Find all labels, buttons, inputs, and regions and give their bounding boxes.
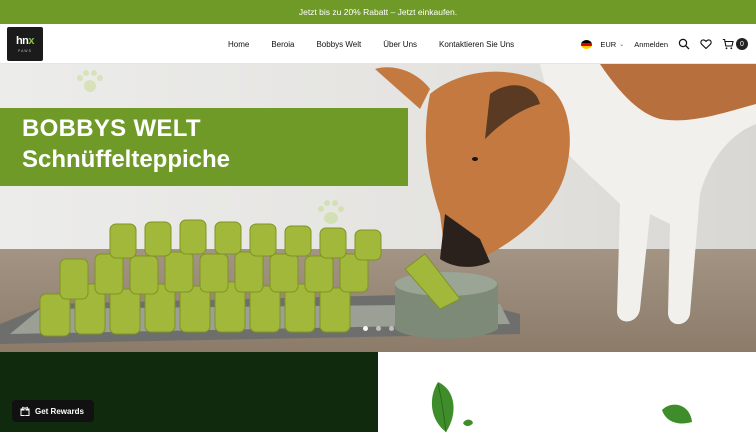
hero-subtitle: Schnüffelteppiche (22, 146, 231, 173)
main-nav: Home Beroia Bobbys Welt Über Uns Kontakt… (228, 24, 536, 64)
hero-banner[interactable]: BOBBYS WELT Schnüffelteppiche (0, 64, 756, 352)
search-icon[interactable] (678, 38, 690, 50)
slide-dot-3[interactable] (389, 326, 394, 331)
logo-mark: hnx (15, 34, 35, 47)
login-link[interactable]: Anmelden (634, 40, 668, 49)
brand-logo[interactable]: hnx PAWS (7, 27, 43, 61)
header-actions: EUR ⌄ Anmelden 0 (581, 24, 748, 64)
paw-print-icon (77, 70, 103, 92)
logo-sub: PAWS (18, 48, 32, 53)
cart-icon[interactable] (722, 38, 734, 50)
heart-icon[interactable] (700, 38, 712, 50)
announcement-bar[interactable]: Jetzt bis zu 20% Rabatt – Jetzt einkaufe… (0, 0, 756, 24)
announcement-text[interactable]: Jetzt bis zu 20% Rabatt – Jetzt einkaufe… (299, 7, 457, 17)
slide-dot-1[interactable] (363, 326, 368, 331)
get-rewards-label: Get Rewards (35, 406, 84, 416)
cart-count-badge: 0 (736, 38, 748, 50)
nav-beroia[interactable]: Beroia (271, 40, 294, 49)
nav-ueber-uns[interactable]: Über Uns (383, 40, 417, 49)
slide-dot-2[interactable] (376, 326, 381, 331)
hero-title: BOBBYS WELT (22, 115, 201, 142)
leaf-icon (662, 404, 692, 424)
leaf-icon (463, 419, 473, 426)
leaf-icon (431, 382, 454, 433)
currency-selector[interactable]: EUR (600, 40, 616, 49)
get-rewards-button[interactable]: Get Rewards (12, 400, 94, 422)
nav-bobbys-welt[interactable]: Bobbys Welt (316, 40, 361, 49)
nav-home[interactable]: Home (228, 40, 249, 49)
slider-dots (363, 326, 402, 331)
site-header: hnx PAWS Home Beroia Bobbys Welt Über Un… (0, 24, 756, 64)
snuffle-mat-illustration (0, 219, 520, 344)
german-flag-icon[interactable] (581, 39, 593, 49)
chevron-down-icon[interactable]: ⌄ (619, 41, 624, 48)
light-promo-panel (378, 352, 756, 433)
gift-icon (20, 406, 30, 416)
nav-kontakt[interactable]: Kontaktieren Sie Uns (439, 40, 514, 49)
